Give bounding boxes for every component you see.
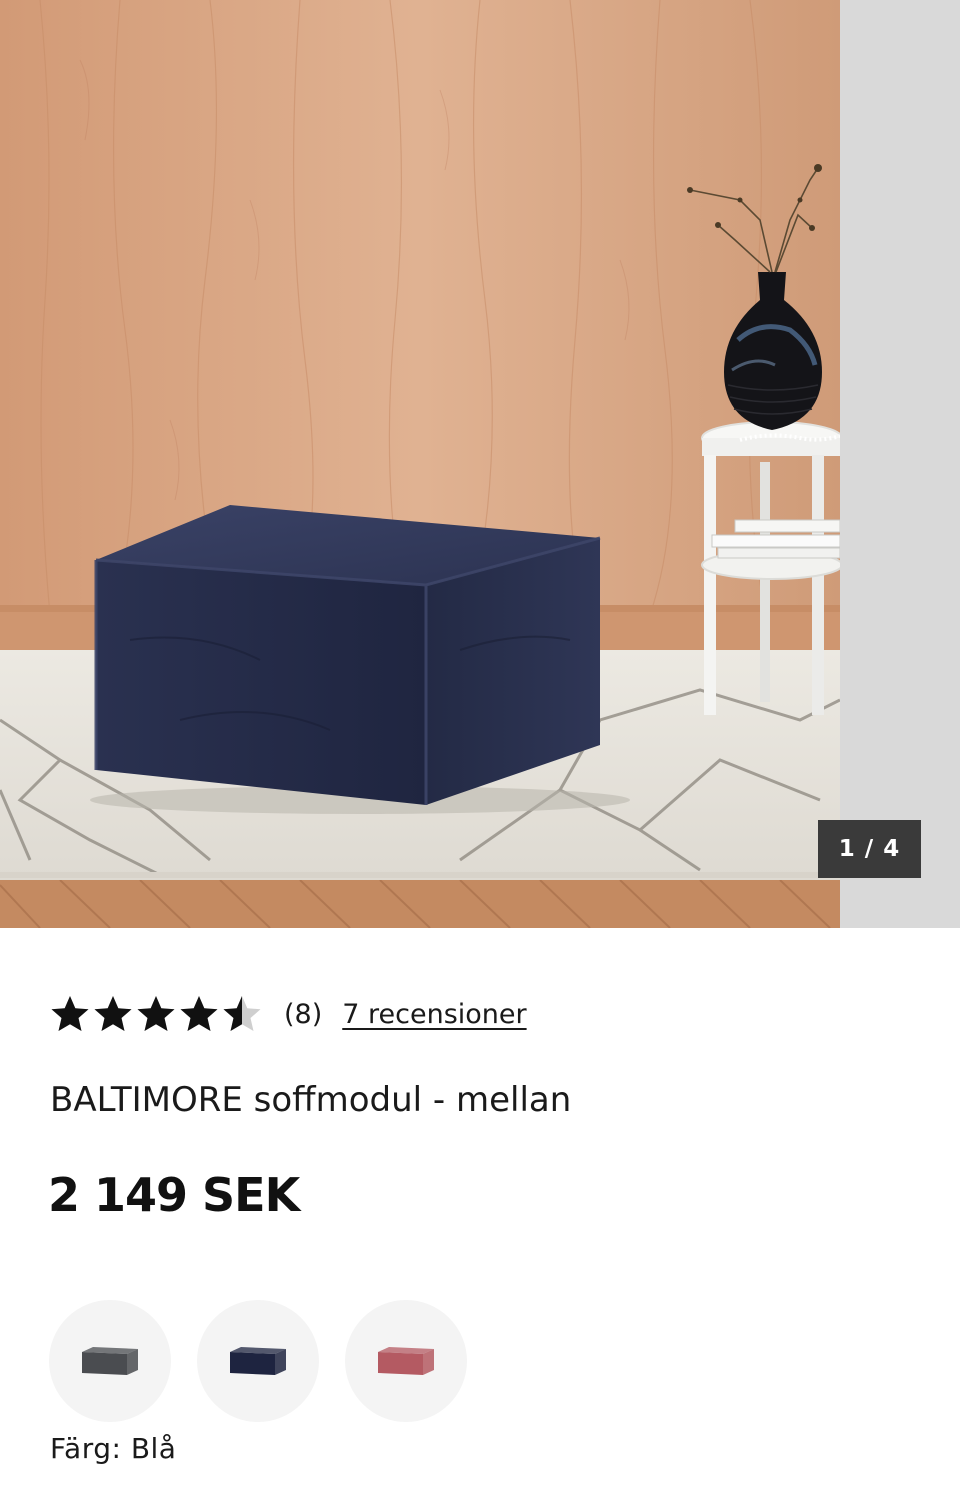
image-counter-separator: / xyxy=(855,836,884,862)
next-image-peek[interactable] xyxy=(840,0,960,928)
star-half-icon xyxy=(223,996,261,1031)
star-full-icon xyxy=(180,996,218,1031)
rating-count: (8) xyxy=(284,998,323,1030)
product-title: BALTIMORE soffmodul - mellan xyxy=(50,1080,572,1120)
selected-color-label: Färg: Blå xyxy=(50,1432,177,1465)
rating-row: (8) 7 recensioner xyxy=(50,988,527,1040)
star-rating xyxy=(50,994,262,1034)
color-swatches xyxy=(49,1300,467,1422)
image-counter: 1 / 4 xyxy=(818,820,921,878)
color-swatch-pink[interactable] xyxy=(345,1300,467,1422)
star-full-icon xyxy=(137,996,175,1031)
product-price: 2 149 SEK xyxy=(48,1168,300,1222)
product-image[interactable] xyxy=(0,0,840,928)
product-image-gallery[interactable]: 1 / 4 xyxy=(0,0,960,928)
pouf-thumbnail-icon xyxy=(82,1347,138,1375)
color-swatch-gray[interactable] xyxy=(49,1300,171,1422)
reviews-link[interactable]: 7 recensioner xyxy=(342,999,526,1030)
star-full-icon xyxy=(51,996,89,1031)
image-counter-current: 1 xyxy=(838,836,856,862)
image-counter-total: 4 xyxy=(883,836,901,862)
pouf-thumbnail-icon xyxy=(378,1347,434,1375)
color-swatch-blue[interactable] xyxy=(197,1300,319,1422)
star-full-icon xyxy=(94,996,132,1031)
pouf-thumbnail-icon xyxy=(230,1347,286,1375)
